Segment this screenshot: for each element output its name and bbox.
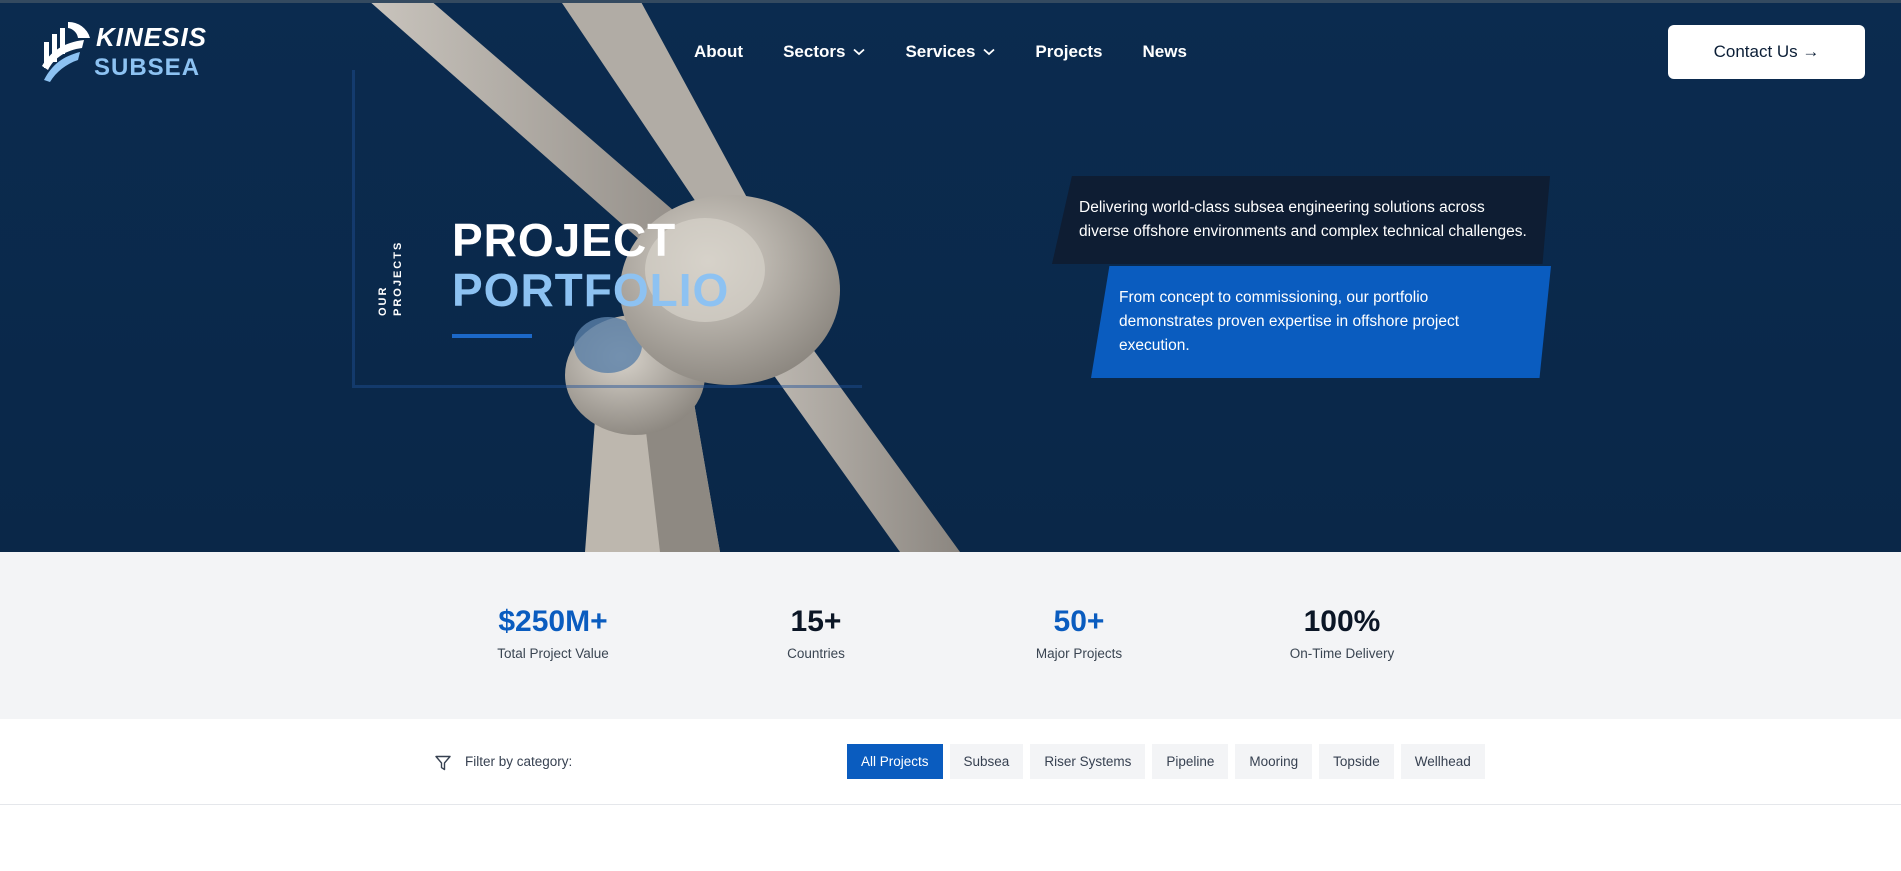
filter-funnel-icon [435,755,451,771]
chip-topside[interactable]: Topside [1319,744,1394,779]
side-label-text: OUR PROJECTS [377,240,404,316]
chip-mooring[interactable]: Mooring [1235,744,1313,779]
stats-band: $250M+ Total Project Value 15+ Countries… [0,552,1901,719]
logo-text-kinesis: KINESIS [96,22,208,52]
nav-sectors[interactable]: Sectors [783,42,866,62]
logo[interactable]: KINESIS SUBSEA [38,20,206,84]
hero-title-underline [452,334,532,338]
filter-bar: Filter by category: All Projects Subsea … [0,719,1901,805]
contact-us-button[interactable]: Contact Us → [1668,25,1865,79]
stat-value: 50+ [1053,605,1105,638]
hero-section: KINESIS SUBSEA About Sectors Services Pr… [0,0,1901,552]
nav-news-label: News [1142,42,1187,61]
side-label: OUR PROJECTS [376,240,412,316]
logo-wave-icon [42,21,90,82]
stat-major-projects: 50+ Major Projects [1019,602,1139,661]
stat-countries: 15+ Countries [756,602,876,661]
nav-projects-label: Projects [1035,42,1103,61]
nav-about[interactable]: About [694,42,743,62]
nav-services-label: Services [905,42,976,61]
chip-all-projects[interactable]: All Projects [847,744,943,779]
stat-total-project-value: $250M+ Total Project Value [493,602,613,661]
category-chips: All Projects Subsea Riser Systems Pipeli… [847,744,1492,779]
stat-value: 100% [1303,605,1381,638]
stat-value: 15+ [790,605,842,638]
chevron-down-icon [853,48,866,56]
stat-label: On-Time Delivery [1289,646,1395,661]
chip-wellhead[interactable]: Wellhead [1400,744,1485,779]
chip-riser-systems[interactable]: Riser Systems [1030,744,1146,779]
chip-subsea[interactable]: Subsea [949,744,1024,779]
stat-value: $250M+ [498,605,608,638]
hero-title-line-2: PORTFOLIO [452,264,730,316]
hero-background-wind-turbine [0,0,1901,552]
hero-title-line-1: PROJECT [452,214,677,266]
logo-text-subsea: SUBSEA [94,54,201,81]
stat-label: Total Project Value [497,646,609,661]
nav-about-label: About [694,42,744,61]
chip-pipeline[interactable]: Pipeline [1152,744,1229,779]
nav-news[interactable]: News [1143,42,1187,62]
intro-card-blue-text: From concept to commissioning, our portf… [1119,289,1460,354]
chevron-down-icon [983,48,996,56]
top-border [0,0,1901,3]
stat-label: Major Projects [1035,646,1123,661]
nav-projects[interactable]: Projects [1035,42,1102,62]
stat-label: Countries [787,646,845,661]
nav-services[interactable]: Services [905,42,996,62]
nav-sectors-label: Sectors [783,42,846,61]
intro-card-dark-text: Delivering world-class subsea engineerin… [1079,199,1527,240]
filter-label: Filter by category: [465,754,573,769]
stat-on-time-delivery: 100% On-Time Delivery [1282,602,1402,661]
main-nav: About Sectors Services Projects News [694,40,1227,64]
